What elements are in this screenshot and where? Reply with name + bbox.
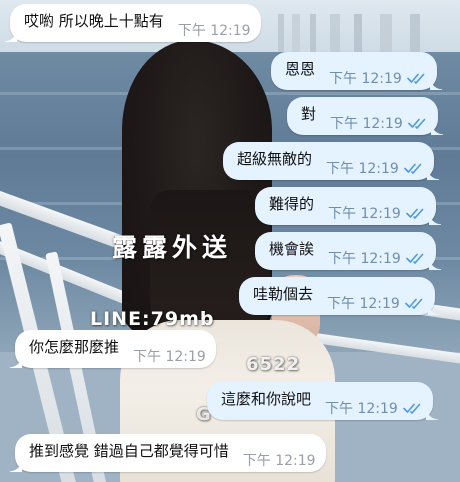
message-text: 難得的 (269, 194, 315, 213)
message-bubble-outgoing[interactable]: 恩恩 下午 12:19 (271, 52, 442, 90)
message-text: 超級無敵的 (237, 149, 313, 168)
read-check-icon (406, 208, 424, 219)
message-time: 下午 12:19 (326, 161, 399, 177)
message-time: 下午 12:19 (328, 206, 401, 222)
read-check-icon (403, 403, 421, 414)
message-text: 這麼和你說吧 (221, 389, 312, 408)
message-text: 哎喲 所以晚上十點有 (24, 11, 164, 30)
message-time: 下午 12:19 (330, 116, 403, 132)
message-text: 哇勒個去 (253, 284, 314, 303)
read-check-icon (408, 118, 426, 129)
message-time: 下午 12:19 (325, 401, 398, 417)
message-text: 推到感覺 錯過自己都覺得可惜 (29, 441, 229, 460)
watermark-line-id: LINE:79mb (90, 308, 215, 330)
message-bubble-outgoing[interactable]: 超級無敵的 下午 12:19 (223, 142, 439, 180)
message-bubble-outgoing[interactable]: 對 下午 12:19 (287, 97, 443, 135)
message-text: 你怎麼那麼推 (29, 337, 120, 356)
message-time: 下午 12:19 (177, 23, 251, 39)
message-bubble-incoming[interactable]: 哎喲 所以晚上十點有 下午 12:19 (5, 4, 261, 42)
wallpaper-skyline (270, 14, 460, 54)
message-time: 下午 12:19 (327, 296, 400, 312)
message-bubble-outgoing[interactable]: 哇勒個去 下午 12:19 (239, 277, 440, 315)
message-bubble-outgoing[interactable]: 難得的 下午 12:19 (255, 187, 441, 225)
read-check-icon (406, 253, 424, 264)
message-bubble-outgoing[interactable]: 這麼和你說吧 下午 12:19 (207, 382, 438, 420)
read-check-icon (407, 73, 425, 84)
read-check-icon (404, 163, 422, 174)
message-time: 下午 12:19 (328, 251, 401, 267)
message-bubble-incoming[interactable]: 推到感覺 錯過自己都覺得可惜 下午 12:19 (10, 434, 326, 472)
watermark-title: 露露外送 (112, 233, 233, 262)
message-time: 下午 12:19 (133, 349, 206, 365)
message-bubble-outgoing[interactable]: 機會誒 下午 12:19 (255, 232, 441, 270)
message-time: 下午 12:19 (242, 453, 316, 469)
message-time: 下午 12:19 (329, 71, 402, 87)
message-text: 對 (301, 104, 317, 123)
read-check-icon (405, 298, 423, 309)
message-text: 恩恩 (285, 59, 316, 78)
watermark-tail: 6522 (246, 354, 301, 375)
message-bubble-incoming[interactable]: 你怎麼那麼推 下午 12:19 (10, 330, 216, 368)
message-text: 機會誒 (269, 239, 315, 258)
